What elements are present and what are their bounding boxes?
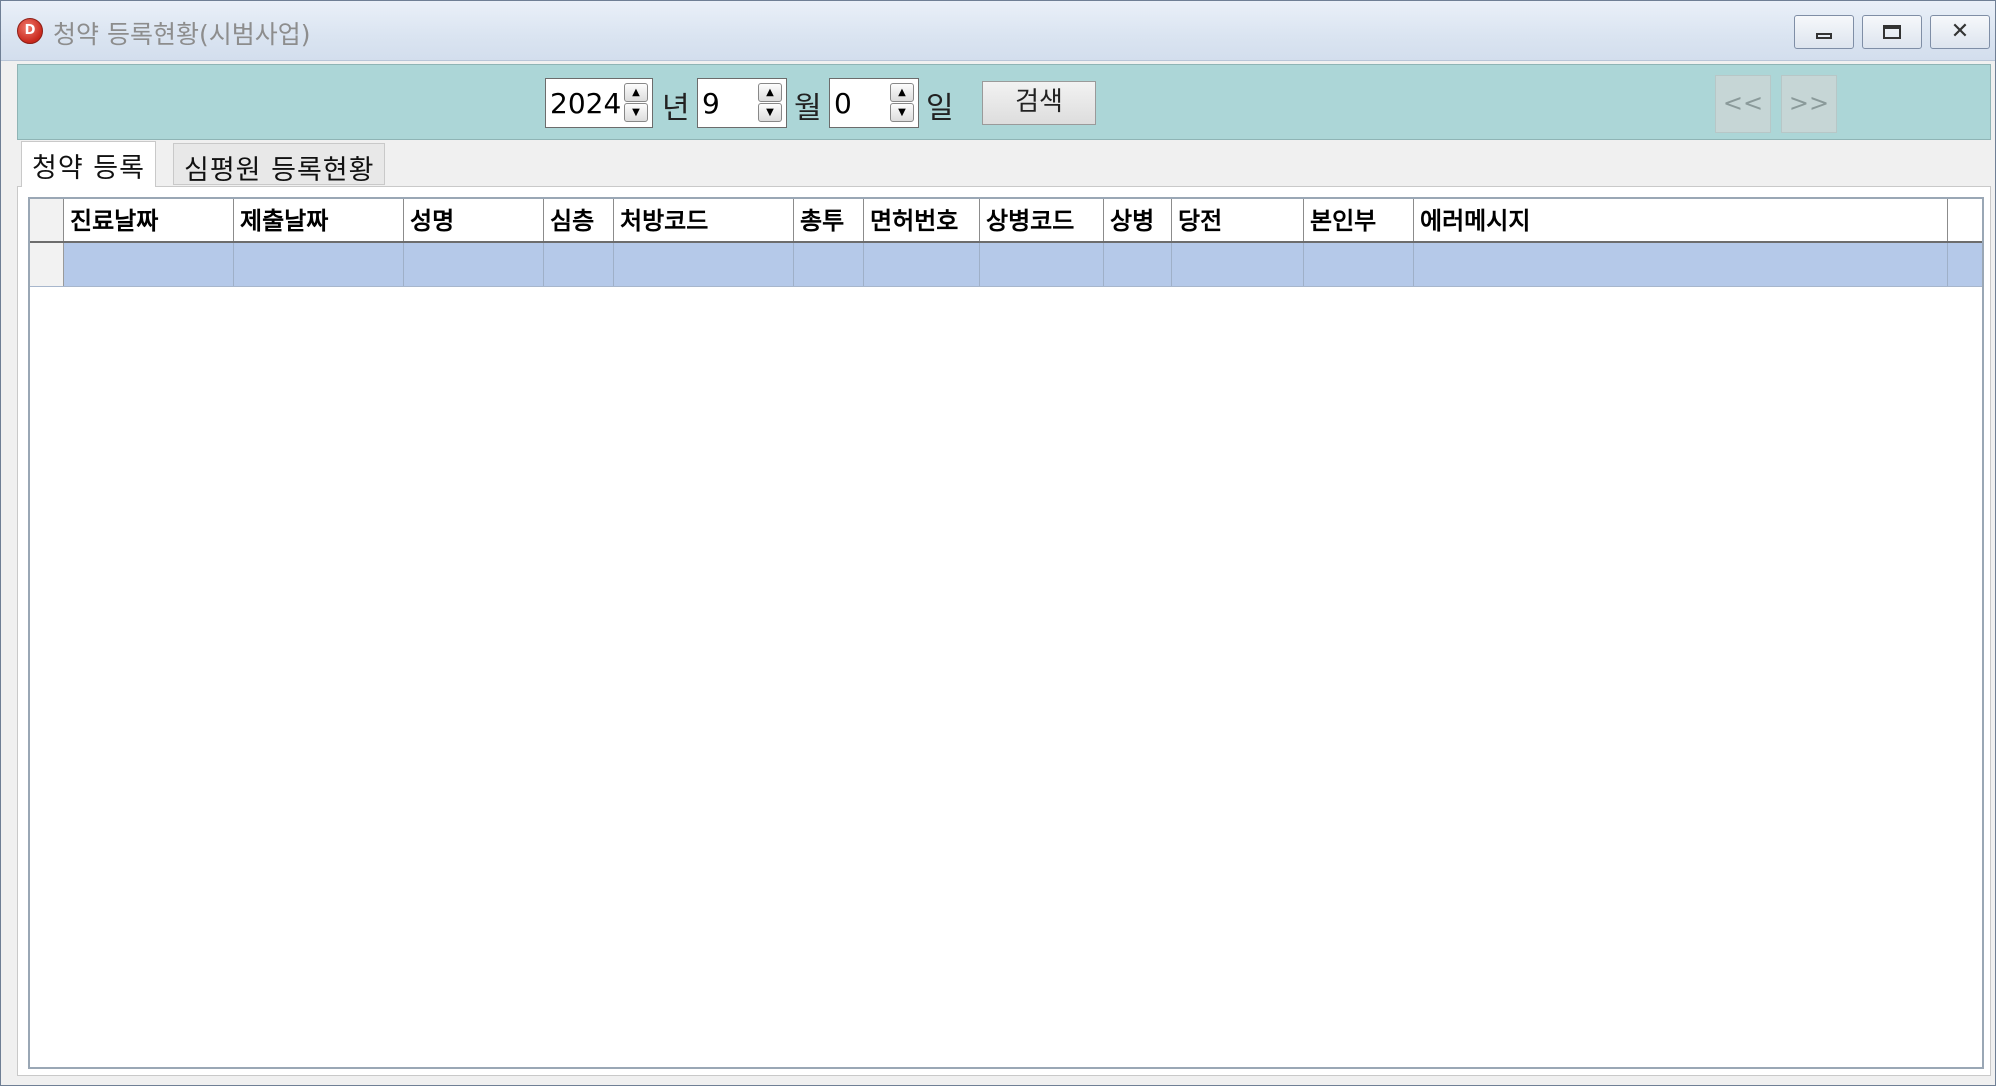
- grid-header: 진료날짜 제출날짜 성명 심층 처방코드 총투 면허번호 상병코드 상병 당전 …: [30, 199, 1982, 243]
- day-spinner-arrows: ▲ ▼: [890, 83, 914, 123]
- maximize-icon: [1883, 25, 1901, 39]
- table-cell[interactable]: [1304, 243, 1414, 286]
- month-value: 9: [702, 87, 720, 120]
- search-bar: 2024 ▲ ▼ 년 9 ▲ ▼ 월 0 ▲ ▼ 일 검색 << >>: [17, 64, 1991, 140]
- table-cell[interactable]: [234, 243, 404, 286]
- table-cell[interactable]: [404, 243, 544, 286]
- column-header[interactable]: 심층: [544, 199, 614, 241]
- column-header[interactable]: 상병: [1104, 199, 1172, 241]
- row-header-corner: [30, 199, 64, 241]
- column-header[interactable]: 에러메시지: [1414, 199, 1948, 241]
- table-cell[interactable]: [1414, 243, 1948, 286]
- year-down-arrow-icon[interactable]: ▼: [624, 103, 648, 122]
- year-up-arrow-icon[interactable]: ▲: [624, 83, 648, 102]
- column-header[interactable]: 상병코드: [980, 199, 1104, 241]
- row-selector[interactable]: [30, 243, 64, 286]
- table-cell[interactable]: [64, 243, 234, 286]
- month-unit-label: 월: [794, 91, 822, 126]
- table-cell[interactable]: [1104, 243, 1172, 286]
- table-cell[interactable]: [980, 243, 1104, 286]
- tab-registration[interactable]: 청약 등록: [21, 141, 156, 187]
- month-spinner[interactable]: 9 ▲ ▼: [697, 78, 787, 128]
- column-header[interactable]: 면허번호: [864, 199, 980, 241]
- column-header[interactable]: 진료날짜: [64, 199, 234, 241]
- tab-hira-status[interactable]: 심평원 등록현황: [173, 143, 386, 186]
- column-header[interactable]: 제출날짜: [234, 199, 404, 241]
- app-icon: D: [17, 18, 43, 44]
- data-grid[interactable]: 진료날짜 제출날짜 성명 심층 처방코드 총투 면허번호 상병코드 상병 당전 …: [28, 197, 1984, 1069]
- column-header[interactable]: 본인부: [1304, 199, 1414, 241]
- day-down-arrow-icon[interactable]: ▼: [890, 103, 914, 122]
- year-spinner[interactable]: 2024 ▲ ▼: [545, 78, 653, 128]
- year-spinner-arrows: ▲ ▼: [624, 83, 648, 123]
- year-value: 2024: [550, 87, 622, 120]
- column-header[interactable]: 총투: [794, 199, 864, 241]
- minimize-icon: [1816, 33, 1832, 39]
- table-cell[interactable]: [864, 243, 980, 286]
- day-unit-label: 일: [926, 91, 954, 126]
- table-cell[interactable]: [614, 243, 794, 286]
- next-button[interactable]: >>: [1781, 75, 1837, 133]
- minimize-button[interactable]: [1794, 15, 1854, 49]
- prev-button[interactable]: <<: [1715, 75, 1771, 133]
- column-header[interactable]: 성명: [404, 199, 544, 241]
- maximize-button[interactable]: [1862, 15, 1922, 49]
- table-cell[interactable]: [794, 243, 864, 286]
- column-header-filler: [1948, 199, 1984, 241]
- column-header[interactable]: 처방코드: [614, 199, 794, 241]
- month-spinner-arrows: ▲ ▼: [758, 83, 782, 123]
- month-down-arrow-icon[interactable]: ▼: [758, 103, 782, 122]
- day-spinner[interactable]: 0 ▲ ▼: [829, 78, 919, 128]
- tab-panel: 진료날짜 제출날짜 성명 심층 처방코드 총투 면허번호 상병코드 상병 당전 …: [17, 186, 1991, 1076]
- table-cell[interactable]: [544, 243, 614, 286]
- search-button[interactable]: 검색: [982, 81, 1096, 125]
- close-icon: ✕: [1950, 19, 1970, 44]
- window-title: 청약 등록현황(시범사업): [53, 20, 311, 49]
- app-window: D 청약 등록현황(시범사업) ✕ 2024 ▲ ▼ 년 9 ▲ ▼ 월 0 ▲…: [0, 0, 1996, 1086]
- title-bar[interactable]: D 청약 등록현황(시범사업) ✕: [1, 1, 1995, 61]
- month-up-arrow-icon[interactable]: ▲: [758, 83, 782, 102]
- table-cell[interactable]: [1172, 243, 1304, 286]
- column-header[interactable]: 당전: [1172, 199, 1304, 241]
- day-value: 0: [834, 87, 852, 120]
- year-unit-label: 년: [662, 91, 690, 126]
- day-up-arrow-icon[interactable]: ▲: [890, 83, 914, 102]
- row-filler: [1948, 243, 1984, 286]
- close-button[interactable]: ✕: [1930, 15, 1990, 49]
- table-row[interactable]: [30, 243, 1982, 287]
